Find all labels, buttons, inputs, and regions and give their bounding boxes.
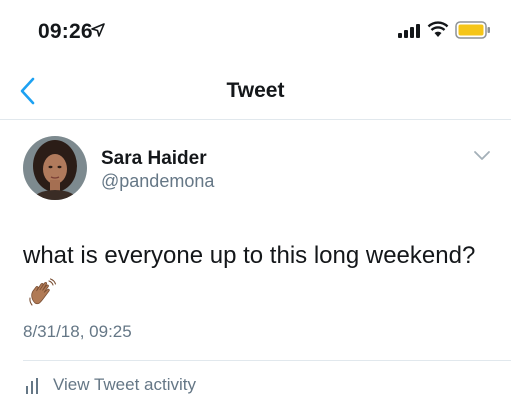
tweet-text-content: what is everyone up to this long weekend…: [23, 242, 476, 269]
location-arrow-icon: [91, 23, 105, 37]
wifi-icon: [427, 21, 449, 37]
page-title: Tweet: [226, 79, 285, 102]
view-tweet-activity-label: View Tweet activity: [53, 375, 196, 394]
avatar[interactable]: [23, 136, 87, 200]
author-name[interactable]: Sara Haider: [101, 148, 207, 170]
status-time: 09:26: [38, 20, 93, 43]
avatar-photo: [23, 136, 87, 200]
navigation-bar: Tweet: [0, 62, 511, 120]
view-tweet-activity-button[interactable]: View Tweet activity: [23, 372, 323, 400]
cellular-signal-icon: [398, 24, 420, 38]
divider: [23, 360, 511, 361]
status-bar: 09:26: [0, 0, 511, 62]
tweet-timestamp: 8/31/18, 09:25: [23, 322, 132, 341]
waving-hand-icon: [29, 278, 57, 306]
chevron-down-icon: [474, 151, 490, 160]
author-handle[interactable]: @pandemona: [101, 171, 214, 192]
battery-icon: [455, 21, 490, 39]
bar-chart-icon: [26, 378, 38, 394]
tweet-text: what is everyone up to this long weekend…: [23, 236, 493, 316]
tweet-menu-button[interactable]: [472, 149, 492, 163]
